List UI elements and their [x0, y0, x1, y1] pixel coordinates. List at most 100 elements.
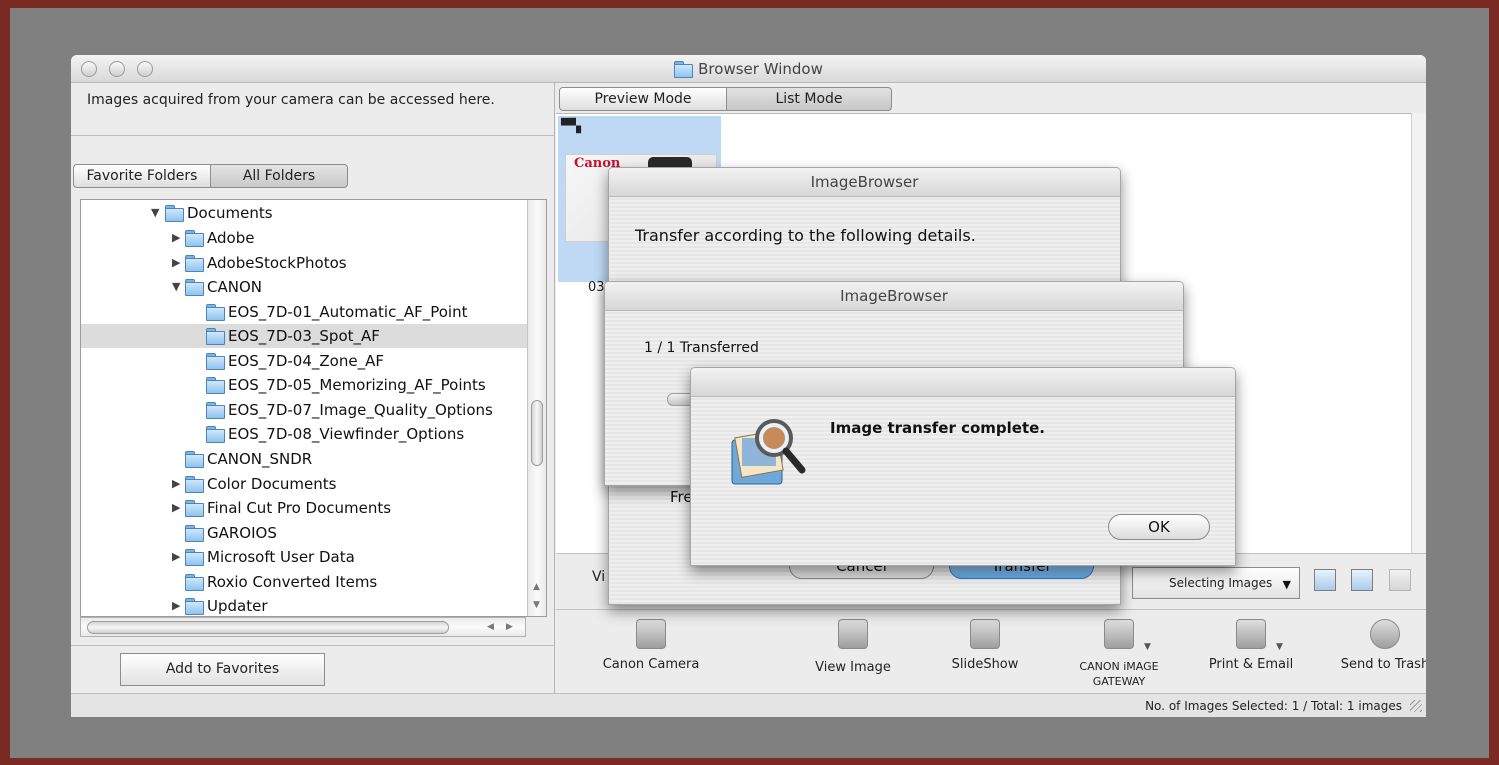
- tree-item-eos-7d-03[interactable]: EOS_7D-03_Spot_AF: [81, 324, 527, 348]
- tool-label: Print & Email: [1208, 657, 1294, 672]
- tree-item-label: Microsoft User Data: [207, 548, 355, 566]
- scroll-thumb[interactable]: [87, 621, 449, 634]
- canon-camera-button[interactable]: Canon Camera: [586, 610, 716, 694]
- tree-item-label: Documents: [187, 204, 273, 222]
- folder-icon: [206, 304, 225, 321]
- tree-item-label: EOS_7D-05_Memorizing_AF_Points: [228, 376, 486, 394]
- divider: [71, 135, 555, 136]
- rotate-right-button[interactable]: [1351, 569, 1373, 591]
- viewer-scrollbar[interactable]: [1411, 113, 1426, 553]
- dialog-message: Transfer according to the following deta…: [635, 226, 976, 245]
- tree-item-label: EOS_7D-07_Image_Quality_Options: [228, 401, 493, 419]
- tree-horizontal-scrollbar[interactable]: ◀ ▶: [80, 617, 526, 637]
- slideshow-button[interactable]: SlideShow: [920, 610, 1050, 694]
- dialog-title: [691, 368, 1235, 397]
- tree-item-label: CANON_SNDR: [207, 450, 313, 468]
- tree-item-documents[interactable]: ▼ Documents: [81, 201, 527, 225]
- tree-item-roxio[interactable]: Roxio Converted Items: [81, 570, 527, 594]
- ok-button[interactable]: OK: [1108, 514, 1210, 540]
- tree-item-microsoft-user-data[interactable]: ▶ Microsoft User Data: [81, 545, 527, 569]
- tab-list-mode[interactable]: List Mode: [726, 87, 892, 111]
- tree-item-eos-7d-08[interactable]: EOS_7D-08_Viewfinder_Options: [81, 422, 527, 446]
- rotate-left-button[interactable]: [1314, 569, 1336, 591]
- tree-item-label: Updater: [207, 597, 268, 615]
- folder-icon: [185, 549, 204, 566]
- tree-item-adobe[interactable]: ▶ Adobe: [81, 226, 527, 250]
- folder-icon: [165, 205, 184, 222]
- window-title: Browser Window: [71, 60, 1426, 78]
- tree-item-updater[interactable]: ▶ Updater: [81, 594, 527, 616]
- scroll-right-icon[interactable]: ▶: [506, 622, 513, 632]
- disclosure-triangle-icon[interactable]: ▼: [172, 275, 184, 299]
- pane-hint: Images acquired from your camera can be …: [87, 92, 495, 108]
- add-to-favorites-button[interactable]: Add to Favorites: [120, 653, 325, 686]
- folder-icon: [185, 279, 204, 296]
- resize-grip-icon[interactable]: [1410, 700, 1422, 712]
- imagebrowser-icon: [731, 419, 806, 485]
- tree-item-eos-7d-01[interactable]: EOS_7D-01_Automatic_AF_Point: [81, 300, 527, 324]
- scroll-left-icon[interactable]: ◀: [487, 622, 494, 632]
- tree-vertical-scrollbar[interactable]: ▲ ▼: [527, 200, 546, 616]
- tree-item-canon[interactable]: ▼ CANON: [81, 275, 527, 299]
- tree-item-label: Roxio Converted Items: [207, 573, 378, 591]
- dropdown-value: Selecting Images: [1169, 576, 1273, 590]
- tab-all-folders[interactable]: All Folders: [210, 164, 348, 188]
- disclosure-triangle-icon[interactable]: ▶: [172, 251, 184, 275]
- tree-item-canon-sndr[interactable]: CANON_SNDR: [81, 447, 527, 471]
- tree-item-label: GAROIOS: [207, 524, 277, 542]
- info-button[interactable]: [1389, 569, 1411, 591]
- disclosure-triangle-icon[interactable]: ▶: [172, 226, 184, 250]
- send-to-trash-button[interactable]: Send to Trash: [1320, 610, 1426, 694]
- view-image-button[interactable]: View Image: [788, 610, 918, 694]
- folder-icon: [185, 476, 204, 493]
- folder-icon: [674, 61, 694, 78]
- tree-item-label: EOS_7D-03_Spot_AF: [228, 327, 380, 345]
- tool-label: Canon Camera: [602, 657, 700, 672]
- tree-item-label: EOS_7D-01_Automatic_AF_Point: [228, 303, 468, 321]
- scroll-down-icon[interactable]: ▼: [533, 600, 540, 610]
- view-image-icon: [838, 619, 868, 649]
- tree-item-label: EOS_7D-08_Viewfinder_Options: [228, 425, 465, 443]
- tree-item-eos-7d-04[interactable]: EOS_7D-04_Zone_AF: [81, 349, 527, 373]
- tree-item-garoios[interactable]: GAROIOS: [81, 521, 527, 545]
- camera-icon: [636, 619, 666, 649]
- folder-icon: [206, 328, 225, 345]
- folder-icon: [185, 598, 204, 615]
- transfer-status: 1 / 1 Transferred: [644, 340, 759, 356]
- window-titlebar: Browser Window: [71, 55, 1426, 83]
- tree-item-label: Color Documents: [207, 475, 337, 493]
- scroll-thumb[interactable]: [531, 400, 543, 466]
- tree-item-label: AdobeStockPhotos: [207, 254, 347, 272]
- tree-item-label: EOS_7D-04_Zone_AF: [228, 352, 384, 370]
- action-toolbar: Canon Camera View Image SlideShow ▼ CANO…: [556, 609, 1426, 693]
- tree-item-label: Adobe: [207, 229, 255, 247]
- scroll-up-icon[interactable]: ▲: [533, 582, 540, 592]
- tab-preview-mode[interactable]: Preview Mode: [559, 87, 727, 111]
- disclosure-triangle-icon[interactable]: ▶: [172, 545, 184, 569]
- folder-icon: [185, 525, 204, 542]
- tree-item-eos-7d-07[interactable]: EOS_7D-07_Image_Quality_Options: [81, 398, 527, 422]
- tree-item-final-cut-pro[interactable]: ▶ Final Cut Pro Documents: [81, 496, 527, 520]
- tab-favorite-folders[interactable]: Favorite Folders: [73, 164, 211, 188]
- print-email-button[interactable]: ▼ Print & Email: [1186, 610, 1316, 694]
- disclosure-triangle-icon[interactable]: ▶: [172, 594, 184, 616]
- tool-label: Send to Trash: [1340, 657, 1426, 672]
- tree-item-color-documents[interactable]: ▶ Color Documents: [81, 472, 527, 496]
- print-icon: [1236, 619, 1266, 649]
- folder-tree: ▼ Documents ▶ Adobe ▶ AdobeStockPhotos ▼…: [80, 199, 547, 617]
- dialog-title: ImageBrowser: [609, 168, 1120, 197]
- chevron-down-icon: ▼: [1282, 578, 1291, 591]
- disclosure-triangle-icon[interactable]: ▶: [172, 496, 184, 520]
- transfer-complete-dialog: Image transfer complete. OK: [690, 367, 1236, 566]
- disclosure-triangle-icon[interactable]: ▶: [172, 472, 184, 496]
- tree-item-eos-7d-05[interactable]: EOS_7D-05_Memorizing_AF_Points: [81, 373, 527, 397]
- canon-image-gateway-button[interactable]: ▼ CANON iMAGE GATEWAY: [1064, 610, 1174, 694]
- dialog-message: Image transfer complete.: [830, 419, 1046, 437]
- folder-icon: [185, 500, 204, 517]
- trash-icon: [1370, 619, 1400, 649]
- tool-label: View Image: [815, 660, 891, 675]
- tree-item-adobestockphotos[interactable]: ▶ AdobeStockPhotos: [81, 251, 527, 275]
- disclosure-triangle-icon[interactable]: ▼: [151, 201, 163, 225]
- slideshow-icon: [970, 619, 1000, 649]
- selecting-images-dropdown[interactable]: Selecting Images ▼: [1132, 567, 1300, 599]
